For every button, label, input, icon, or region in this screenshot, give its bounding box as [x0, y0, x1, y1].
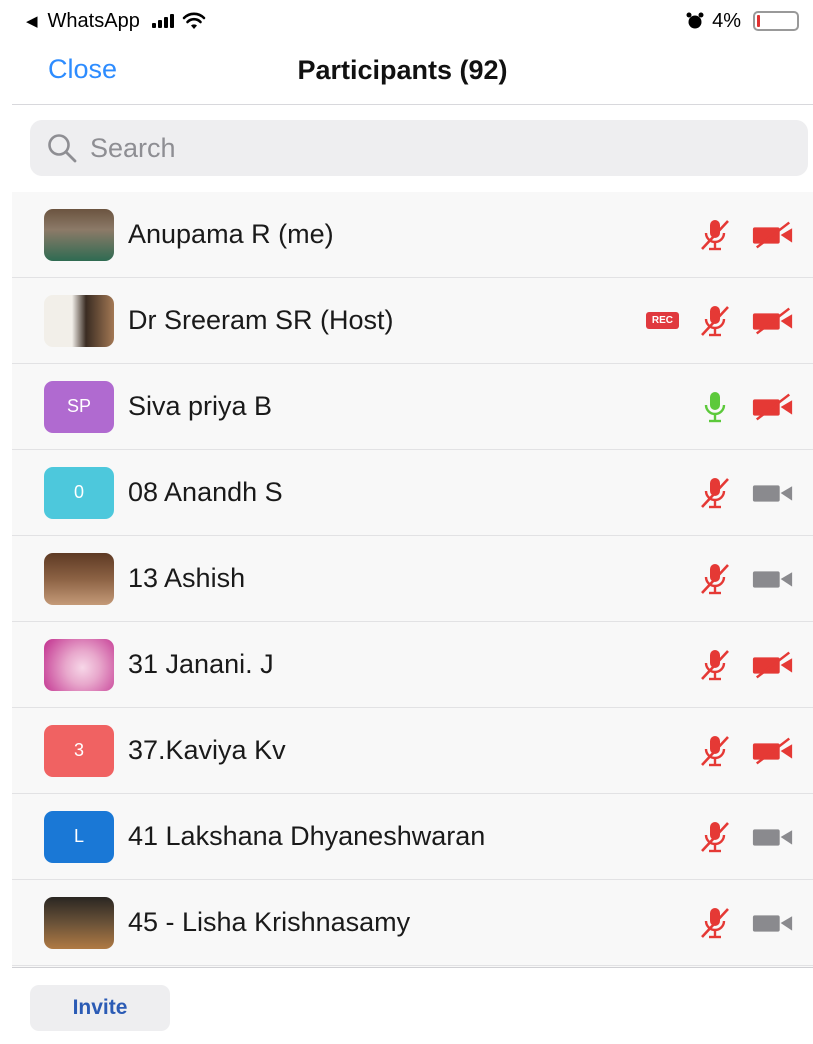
microphone-muted-icon — [693, 731, 737, 771]
status-bar-left: ◀ WhatsApp — [26, 10, 206, 33]
participant-list: Anupama R (me) Dr Sreeram SR (Host) REC SP S… — [12, 192, 813, 967]
participant-name: 08 Anandh S — [128, 477, 283, 507]
microphone-muted-icon — [693, 301, 737, 341]
microphone-icon — [693, 387, 737, 427]
invite-button[interactable]: Invite — [30, 985, 170, 1031]
participant-row[interactable]: 45 - Lisha Krishnasamy — [12, 880, 813, 966]
video-camera-icon — [751, 903, 795, 943]
participant-status-icons — [693, 794, 795, 879]
participant-row[interactable]: L 41 Lakshana Dhyaneshwaran — [12, 794, 813, 880]
back-arrow-icon[interactable]: ◀ — [26, 12, 38, 30]
participant-row[interactable]: SP Siva priya B — [12, 364, 813, 450]
avatar — [44, 552, 114, 605]
page-title: Participants (92) — [297, 55, 508, 85]
avatar — [44, 208, 114, 261]
participant-status-icons — [693, 708, 795, 793]
back-to-app-label[interactable]: WhatsApp — [48, 10, 140, 33]
participant-status-icons — [693, 536, 795, 621]
participant-name: Dr Sreeram SR (Host) — [128, 305, 394, 335]
participant-row[interactable]: Dr Sreeram SR (Host) REC — [12, 278, 813, 364]
video-camera-icon — [751, 559, 795, 599]
avatar: L — [44, 810, 114, 863]
avatar: 3 — [44, 724, 114, 777]
avatar — [44, 896, 114, 949]
participant-name: Siva priya B — [128, 391, 273, 421]
participant-status-icons — [693, 880, 795, 965]
search-input[interactable] — [90, 132, 750, 164]
video-camera-icon — [751, 473, 795, 513]
wifi-icon — [182, 12, 206, 29]
video-off-icon — [751, 301, 795, 341]
participant-status-icons: REC — [645, 278, 795, 363]
status-bar: ◀ WhatsApp 4% — [0, 0, 813, 42]
participant-name: 31 Janani. J — [128, 649, 274, 679]
search-bar — [30, 120, 808, 176]
avatar: SP — [44, 380, 114, 433]
participant-row[interactable]: 0 08 Anandh S — [12, 450, 813, 536]
video-off-icon — [751, 731, 795, 771]
participant-status-icons — [693, 364, 795, 449]
search-box[interactable] — [30, 120, 808, 176]
status-bar-right: 4% — [686, 10, 799, 33]
participant-name: 37.Kaviya Kv — [128, 735, 286, 765]
participant-status-icons — [693, 622, 795, 707]
avatar — [44, 638, 114, 691]
battery-percentage: 4% — [712, 9, 741, 32]
recording-badge: REC — [645, 312, 679, 329]
microphone-muted-icon — [693, 817, 737, 857]
microphone-muted-icon — [693, 903, 737, 943]
participant-name: 41 Lakshana Dhyaneshwaran — [128, 821, 486, 851]
video-off-icon — [751, 645, 795, 685]
microphone-muted-icon — [693, 645, 737, 685]
participant-row[interactable]: 13 Ashish — [12, 536, 813, 622]
video-off-icon — [751, 215, 795, 255]
navigation-bar: Close Participants (92) — [12, 42, 813, 105]
battery-icon — [753, 11, 799, 31]
microphone-muted-icon — [693, 473, 737, 513]
cellular-signal-icon — [151, 14, 174, 28]
video-camera-icon — [751, 817, 795, 857]
avatar — [44, 294, 114, 347]
microphone-muted-icon — [693, 559, 737, 599]
bottom-bar: Invite — [12, 967, 813, 1044]
participant-status-icons — [693, 450, 795, 535]
avatar: 0 — [44, 466, 114, 519]
participant-name: 13 Ashish — [128, 563, 246, 593]
microphone-muted-icon — [693, 215, 737, 255]
alarm-clock-icon — [686, 12, 704, 29]
participant-name: 45 - Lisha Krishnasamy — [128, 907, 411, 937]
participant-status-icons — [693, 192, 795, 277]
search-icon — [48, 134, 77, 163]
participant-row[interactable]: 3 37.Kaviya Kv — [12, 708, 813, 794]
participant-row[interactable]: Anupama R (me) — [12, 192, 813, 278]
video-off-icon — [751, 387, 795, 427]
participant-row[interactable]: 31 Janani. J — [12, 622, 813, 708]
participant-name: Anupama R (me) — [128, 219, 334, 249]
